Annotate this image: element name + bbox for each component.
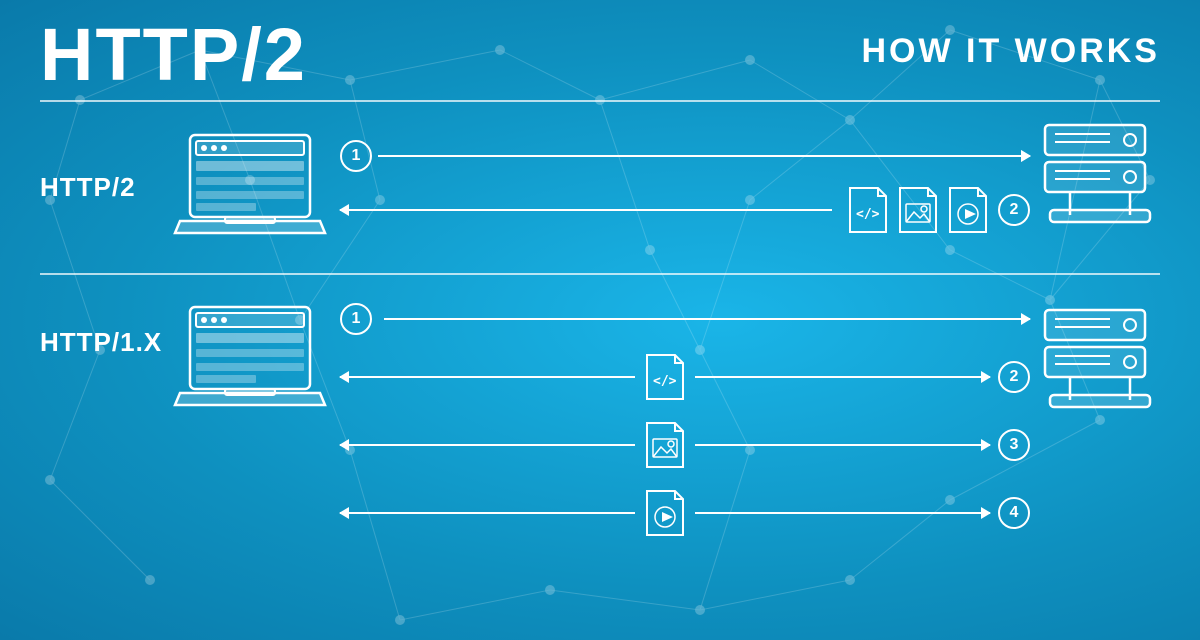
http2-files-group: </> bbox=[846, 184, 990, 236]
header: HTTP/2 HOW IT WORKS bbox=[40, 18, 1160, 92]
http2-server-icon bbox=[1040, 120, 1160, 255]
http1-num-4: 4 bbox=[998, 497, 1030, 529]
http1-response-row-3: 4 bbox=[340, 487, 1030, 539]
http1-request-row: 1 bbox=[340, 303, 1030, 335]
code-file-icon: </> bbox=[846, 184, 890, 236]
http1-image-file-icon bbox=[643, 419, 687, 471]
http1-num-3: 3 bbox=[998, 429, 1030, 461]
http1-arrow-area: 1 </> 2 bbox=[330, 297, 1040, 539]
http1-num-2: 2 bbox=[998, 361, 1030, 393]
http2-laptop-icon bbox=[170, 125, 330, 250]
svg-text:</>: </> bbox=[856, 207, 880, 222]
page-content: HTTP/2 HOW IT WORKS HTTP/2 bbox=[0, 0, 1200, 640]
section-divider bbox=[40, 273, 1160, 275]
http1-section: HTTP/1.X 1 bbox=[40, 283, 1160, 549]
subtitle: HOW IT WORKS bbox=[861, 32, 1160, 71]
http2-num-2: 2 bbox=[998, 194, 1030, 226]
http1-label: HTTP/1.X bbox=[40, 297, 170, 358]
header-divider bbox=[40, 100, 1160, 102]
http2-section: HTTP/2 bbox=[40, 110, 1160, 265]
http1-server-icon bbox=[1040, 297, 1160, 440]
image-file-icon bbox=[896, 184, 940, 236]
video-file-icon bbox=[946, 184, 990, 236]
http2-num-1: 1 bbox=[340, 140, 372, 172]
http1-laptop-icon bbox=[170, 297, 330, 422]
http1-response-row-1: </> 2 bbox=[340, 351, 1030, 403]
main-title: HTTP/2 bbox=[40, 18, 307, 92]
http2-request-row: 1 bbox=[340, 140, 1030, 172]
http2-arrow-area: 1 </> bbox=[330, 140, 1040, 236]
http1-code-file-icon: </> bbox=[643, 351, 687, 403]
http1-video-file-icon bbox=[643, 487, 687, 539]
http1-response-row-2: 3 bbox=[340, 419, 1030, 471]
svg-text:</>: </> bbox=[653, 374, 677, 389]
http1-num-1: 1 bbox=[340, 303, 372, 335]
http2-label: HTTP/2 bbox=[40, 172, 170, 203]
http2-response-row: </> bbox=[340, 184, 1030, 236]
